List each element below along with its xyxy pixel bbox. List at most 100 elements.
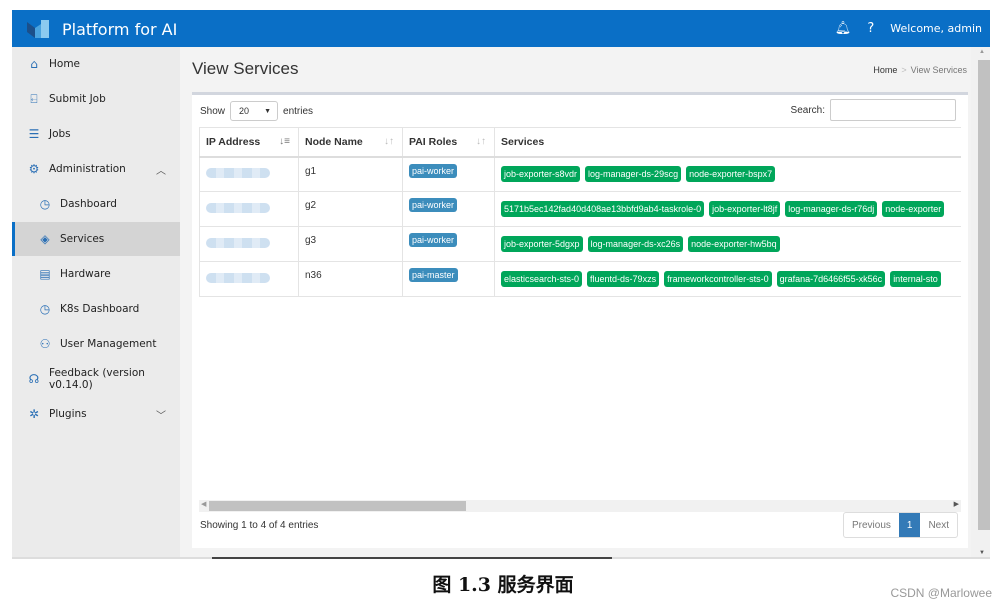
role-cell: pai-worker: [402, 156, 495, 192]
search-input[interactable]: [830, 99, 956, 121]
brand-title[interactable]: Platform for AI: [62, 20, 177, 39]
services-cell: 5171b5ec142fad40d408ae13bbfd9ab4-taskrol…: [494, 191, 961, 227]
breadcrumb: Home > View Services: [873, 65, 967, 75]
sidebar-item-k8s-dashboard[interactable]: ◷ K8s Dashboard: [12, 292, 180, 326]
help-icon[interactable]: ?: [867, 21, 874, 36]
service-badge: grafana-7d6466f55-xk56c: [776, 271, 886, 287]
bell-icon[interactable]: 🔔︎: [835, 21, 852, 36]
sidebar-item-label: User Management: [60, 338, 157, 350]
breadcrumb-separator: >: [901, 65, 907, 75]
column-label: IP Address: [206, 135, 261, 148]
ip-cell: [199, 191, 299, 227]
page-length-select[interactable]: 20 ▼: [230, 101, 279, 121]
horizontal-scroll-thumb[interactable]: [209, 501, 466, 511]
node-name-cell: g3: [298, 226, 403, 262]
user-icon: ⚇: [39, 337, 51, 351]
services-cell: job-exporter-s8vdr log-manager-ds-29scg no…: [494, 156, 961, 192]
node-name-cell: n36: [298, 261, 403, 297]
column-header-node-name[interactable]: Node Name ↓↑: [298, 127, 403, 158]
sidebar-item-hardware[interactable]: ▤ Hardware: [12, 257, 180, 291]
sidebar-item-user-management[interactable]: ⚇ User Management: [12, 327, 180, 361]
chevron-down-icon[interactable]: ﹀: [156, 407, 166, 422]
search-label: Search:: [790, 104, 825, 116]
service-badge: node-exporter: [882, 201, 945, 217]
sidebar-item-label: Administration: [49, 163, 126, 175]
service-badge: frameworkcontroller-sts-0: [664, 271, 772, 287]
table-row: g2 pai-worker 5171b5ec142fad40d408ae13bb…: [199, 191, 961, 227]
sidebar-item-jobs[interactable]: ☰ Jobs: [12, 117, 180, 151]
sidebar-item-feedback[interactable]: ☊ Feedback (version v0.14.0): [12, 362, 180, 396]
sidebar-item-dashboard[interactable]: ◷ Dashboard: [12, 187, 180, 221]
sidebar-item-administration[interactable]: ⚙ Administration ︿: [12, 152, 180, 186]
scroll-down-icon[interactable]: ▼: [979, 550, 985, 556]
welcome-user[interactable]: Welcome, admin: [890, 22, 982, 35]
services-cell: elasticsearch-sts-0 fluentd-ds-79xzs frame…: [494, 261, 961, 297]
service-badge: log-manager-ds-r76dj: [785, 201, 878, 217]
chevron-up-icon[interactable]: ︿: [156, 162, 166, 177]
sort-icon[interactable]: ↓↑: [384, 136, 394, 147]
breadcrumb-home[interactable]: Home: [873, 65, 897, 75]
service-badge: job-exporter-5dgxp: [501, 236, 583, 252]
sidebar-item-services[interactable]: ◈ Services: [12, 222, 180, 256]
sidebar-item-label: Dashboard: [60, 198, 117, 210]
table-row: g1 pai-worker job-exporter-s8vdr log-mana…: [199, 156, 961, 192]
figure-caption: 图 1.3 服务界面: [432, 574, 574, 596]
table-container: IP Address ↓≡ Node Name ↓↑ PAI Roles ↓↑ Ser…: [199, 127, 961, 499]
column-header-services: Services: [494, 127, 961, 158]
vertical-scroll-thumb[interactable]: [978, 60, 990, 530]
scroll-left-icon[interactable]: ◀: [201, 500, 206, 508]
show-label: Show: [200, 105, 226, 117]
pagination: Previous 1 Next: [842, 512, 958, 538]
sidebar-item-label: Submit Job: [49, 93, 106, 105]
page-1-button[interactable]: 1: [898, 513, 921, 537]
previous-button[interactable]: Previous: [844, 513, 899, 537]
sidebar-item-label: K8s Dashboard: [60, 303, 140, 315]
column-header-pai-roles[interactable]: PAI Roles ↓↑: [402, 127, 495, 158]
sidebar-item-label: Home: [49, 58, 81, 70]
sort-icon[interactable]: ↓↑: [476, 136, 486, 147]
redacted-ip: [206, 272, 270, 283]
vertical-scrollbar[interactable]: ▲ ▼: [971, 47, 990, 558]
search-control: Search:: [791, 99, 956, 121]
role-badge: pai-worker: [409, 198, 458, 212]
service-badge: elasticsearch-sts-0: [501, 271, 583, 287]
main-content: View Services Home > View Services Show 20…: [180, 47, 971, 558]
scroll-right-icon[interactable]: ▶: [954, 500, 959, 508]
node-name-cell: g1: [298, 156, 403, 192]
sidebar-item-home[interactable]: ⌂ Home: [12, 47, 180, 81]
redacted-ip: [206, 237, 270, 248]
horizontal-scrollbar[interactable]: ◀ ▶: [199, 500, 961, 512]
column-label: Services: [501, 135, 545, 148]
dashboard-icon: ◷: [39, 197, 51, 211]
page-title: View Services: [192, 59, 299, 78]
services-table: IP Address ↓≡ Node Name ↓↑ PAI Roles ↓↑ Ser…: [199, 127, 961, 297]
table-row: g3 pai-worker job-exporter-5dgxp log-mana…: [199, 226, 961, 262]
sidebar-item-plugins[interactable]: ✲ Plugins ﹀: [12, 397, 180, 431]
next-button[interactable]: Next: [920, 513, 957, 537]
ip-cell: [199, 156, 299, 192]
breadcrumb-current: View Services: [910, 65, 967, 75]
role-badge: pai-worker: [409, 233, 458, 247]
table-row: n36 pai-master elasticsearch-sts-0 fluent…: [199, 261, 961, 297]
gear-icon: ⚙: [28, 162, 40, 176]
service-badge: log-manager-ds-29scg: [585, 166, 682, 183]
app-window: Platform for AI 🔔︎ ? Welcome, admin ⌂ Ho…: [12, 10, 990, 558]
home-icon: ⌂: [30, 57, 38, 71]
logo-icon: [27, 20, 49, 38]
service-badge: node-exporter-hw5bq: [688, 236, 780, 252]
sidebar-item-label: Services: [60, 233, 105, 245]
service-badge: internal-sto: [890, 271, 941, 287]
column-header-ip-address[interactable]: IP Address ↓≡: [199, 127, 299, 158]
role-cell: pai-master: [402, 261, 495, 297]
sidebar-item-label: Plugins: [49, 408, 87, 420]
service-badge: 5171b5ec142fad40d408ae13bbfd9ab4-taskrol…: [501, 201, 705, 217]
sort-asc-icon[interactable]: ↓≡: [279, 136, 290, 147]
scroll-up-icon[interactable]: ▲: [979, 49, 985, 55]
sidebar-item-submit-job[interactable]: ⍇ Submit Job: [12, 82, 180, 116]
node-name-cell: g2: [298, 191, 403, 227]
feedback-icon: ☊: [28, 372, 40, 386]
services-panel: Show 20 ▼ entries Search: IP Address ↓≡: [192, 92, 968, 548]
divider: [12, 557, 990, 559]
role-cell: pai-worker: [402, 191, 495, 227]
submit-job-icon: ⍇: [30, 91, 38, 106]
